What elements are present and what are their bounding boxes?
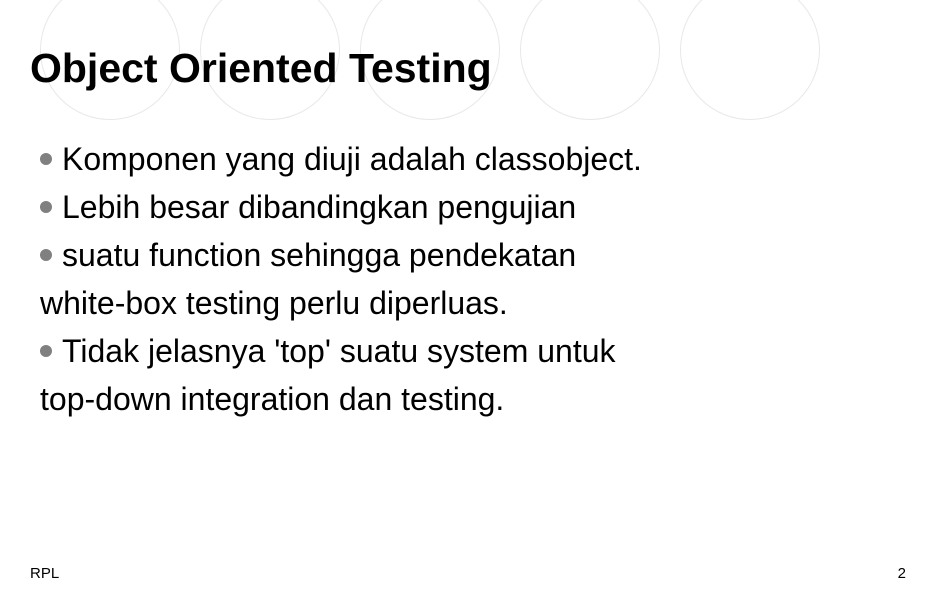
bullet-icon [40,345,52,357]
slide-title: Object Oriented Testing [30,45,492,92]
slide-content: Komponen yang diuji adalah classobject. … [40,135,896,423]
bullet-text-3-continuation: white-box testing perlu diperluas. [40,279,896,327]
bullet-icon [40,249,52,261]
footer-label: RPL [30,565,59,582]
bullet-text-4: Tidak jelasnya 'top' suatu system untuk [62,333,616,369]
bullet-text-3: suatu function sehingga pendekatan [62,237,576,273]
page-number: 2 [898,565,906,582]
bullet-icon [40,153,52,165]
bullet-text-4-continuation: top-down integration dan testing. [40,375,896,423]
bullet-text-1: Komponen yang diuji adalah classobject. [62,141,642,177]
bullet-icon [40,201,52,213]
bullet-text-2: Lebih besar dibandingkan pengujian [62,189,576,225]
